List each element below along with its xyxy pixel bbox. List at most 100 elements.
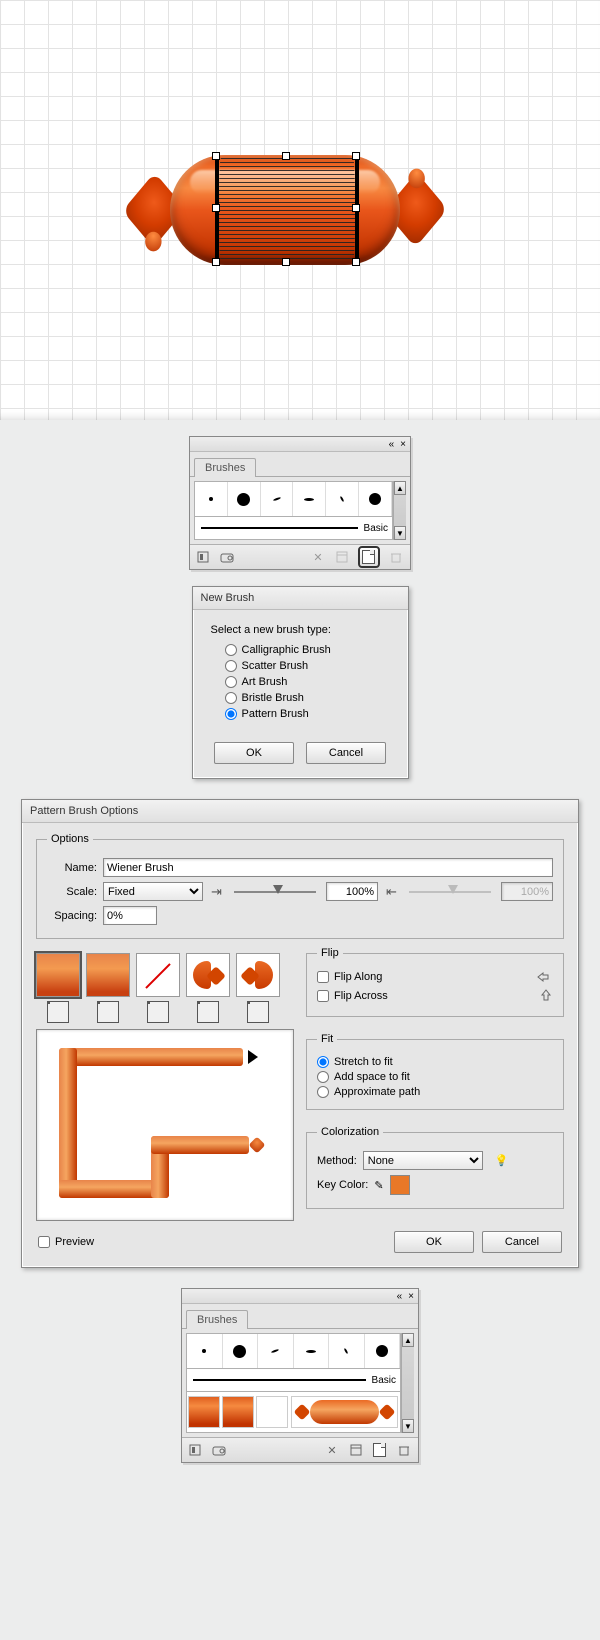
scroll-down-icon[interactable]: ▼: [394, 526, 406, 540]
basic-stroke: [193, 1379, 366, 1381]
scale-slider-min[interactable]: [234, 888, 316, 896]
flip-along-check[interactable]: Flip Along: [317, 970, 553, 984]
spacing-field[interactable]: [103, 906, 157, 925]
link-icon[interactable]: ⇤: [384, 884, 399, 900]
name-label: Name:: [47, 862, 97, 874]
brushes-panel: « × Brushes Basic ▲: [189, 436, 411, 570]
selection-handle[interactable]: [352, 258, 360, 266]
panel-footer: ✕: [182, 1437, 418, 1462]
delete-brush-icon[interactable]: [396, 1442, 412, 1458]
radio-pattern[interactable]: Pattern Brush: [225, 708, 390, 720]
tile-side[interactable]: [36, 953, 80, 997]
selection-handle[interactable]: [212, 152, 220, 160]
brush-basic-row[interactable]: Basic: [194, 517, 393, 540]
selection-handle[interactable]: [212, 258, 220, 266]
tips-icon[interactable]: 💡: [495, 1154, 509, 1167]
brush-swatch[interactable]: [294, 1334, 330, 1368]
brush-swatch[interactable]: [359, 482, 392, 516]
brush-preview: [36, 1029, 294, 1221]
brush-swatch[interactable]: [326, 482, 359, 516]
flip-across-check[interactable]: Flip Across: [317, 987, 553, 1005]
method-select[interactable]: None: [363, 1151, 483, 1170]
dialog-title: New Brush: [193, 587, 408, 610]
scale-label: Scale:: [47, 886, 97, 898]
brush-swatch[interactable]: [365, 1334, 401, 1368]
brush-swatch[interactable]: [258, 1334, 294, 1368]
tab-brushes[interactable]: Brushes: [186, 1310, 248, 1329]
radio-calligraphic[interactable]: Calligraphic Brush: [225, 644, 390, 656]
colorization-legend: Colorization: [317, 1126, 383, 1138]
fit-stretch-radio[interactable]: Stretch to fit: [317, 1056, 553, 1068]
options-icon[interactable]: [348, 1442, 364, 1458]
fit-space-radio[interactable]: Add space to fit: [317, 1071, 553, 1083]
selection-handle[interactable]: [282, 152, 290, 160]
library-menu-icon[interactable]: [196, 549, 212, 565]
brush-swatch[interactable]: [223, 1334, 259, 1368]
preview-check[interactable]: Preview: [38, 1236, 94, 1248]
brush-basic-row[interactable]: Basic: [186, 1369, 401, 1392]
scroll-up-icon[interactable]: ▲: [394, 481, 406, 495]
close-icon[interactable]: ×: [408, 1291, 414, 1302]
link-icon[interactable]: ⇥: [209, 884, 224, 900]
ok-button[interactable]: OK: [394, 1231, 474, 1253]
brush-swatch[interactable]: [187, 1334, 223, 1368]
scale-mode-select[interactable]: Fixed: [103, 882, 203, 901]
cancel-button[interactable]: Cancel: [482, 1231, 562, 1253]
remove-stroke-icon[interactable]: ✕: [324, 1442, 340, 1458]
radio-label: Stretch to fit: [334, 1056, 393, 1068]
collapse-icon[interactable]: «: [397, 1291, 403, 1302]
selection-handle[interactable]: [212, 204, 220, 212]
brush-swatch[interactable]: [195, 482, 228, 516]
checkbox-label: Flip Across: [334, 990, 388, 1002]
keycolor-label: Key Color:: [317, 1179, 368, 1191]
tile-end[interactable]: [236, 953, 280, 997]
selection-handle[interactable]: [352, 152, 360, 160]
key-color-swatch[interactable]: [390, 1175, 410, 1195]
radio-bristle[interactable]: Bristle Brush: [225, 692, 390, 704]
ok-button[interactable]: OK: [214, 742, 294, 764]
brush-swatch-row: [186, 1333, 401, 1369]
scroll-up-icon[interactable]: ▲: [402, 1333, 414, 1347]
library-menu-icon[interactable]: [188, 1442, 204, 1458]
tile-inner-corner[interactable]: [136, 953, 180, 997]
radio-scatter[interactable]: Scatter Brush: [225, 660, 390, 672]
scale-min-field[interactable]: [326, 882, 378, 901]
collapse-icon[interactable]: «: [389, 439, 395, 450]
selection-handle[interactable]: [282, 258, 290, 266]
radio-label: Art Brush: [242, 676, 288, 688]
close-icon[interactable]: ×: [400, 439, 406, 450]
radio-art[interactable]: Art Brush: [225, 676, 390, 688]
fit-approx-radio[interactable]: Approximate path: [317, 1086, 553, 1098]
wiener-tile: [222, 1396, 254, 1428]
brush-swatch[interactable]: [293, 482, 326, 516]
new-brush-button[interactable]: [372, 1442, 388, 1458]
name-field[interactable]: [103, 858, 553, 877]
pattern-tile-row: [36, 953, 294, 1023]
scroll-down-icon[interactable]: ▼: [402, 1419, 414, 1433]
eyedropper-icon[interactable]: ✎: [374, 1179, 383, 1192]
document-canvas[interactable]: [0, 0, 600, 420]
colorization-fieldset: Colorization Method: None 💡 Key Color: ✎: [306, 1126, 564, 1209]
spacing-label: Spacing:: [47, 910, 97, 922]
dialog-prompt: Select a new brush type:: [211, 624, 390, 636]
tile-start[interactable]: [186, 953, 230, 997]
libraries-icon[interactable]: [220, 549, 236, 565]
options-fieldset: Options Name: Scale: Fixed ⇥ ⇤ Spacing:: [36, 833, 564, 939]
libraries-icon[interactable]: [212, 1442, 228, 1458]
brush-swatch[interactable]: [228, 482, 261, 516]
tile-outer-corner-icon: [97, 1001, 119, 1023]
brush-swatch[interactable]: [329, 1334, 365, 1368]
sausage-artwork[interactable]: [130, 140, 440, 280]
tab-brushes[interactable]: Brushes: [194, 458, 256, 477]
tile-outer-corner[interactable]: [86, 953, 130, 997]
wiener-brush-row[interactable]: [186, 1392, 401, 1433]
tile-side-icon: [47, 1001, 69, 1023]
new-brush-button[interactable]: [358, 546, 380, 568]
panel-scrollbar[interactable]: ▲ ▼: [401, 1333, 414, 1433]
selection-handle[interactable]: [352, 204, 360, 212]
brush-swatch[interactable]: [261, 482, 294, 516]
remove-stroke-icon: ✕: [310, 549, 326, 565]
panel-scrollbar[interactable]: ▲ ▼: [393, 481, 406, 540]
brushes-panel-result: « × Brushes Basic: [181, 1288, 419, 1463]
cancel-button[interactable]: Cancel: [306, 742, 386, 764]
